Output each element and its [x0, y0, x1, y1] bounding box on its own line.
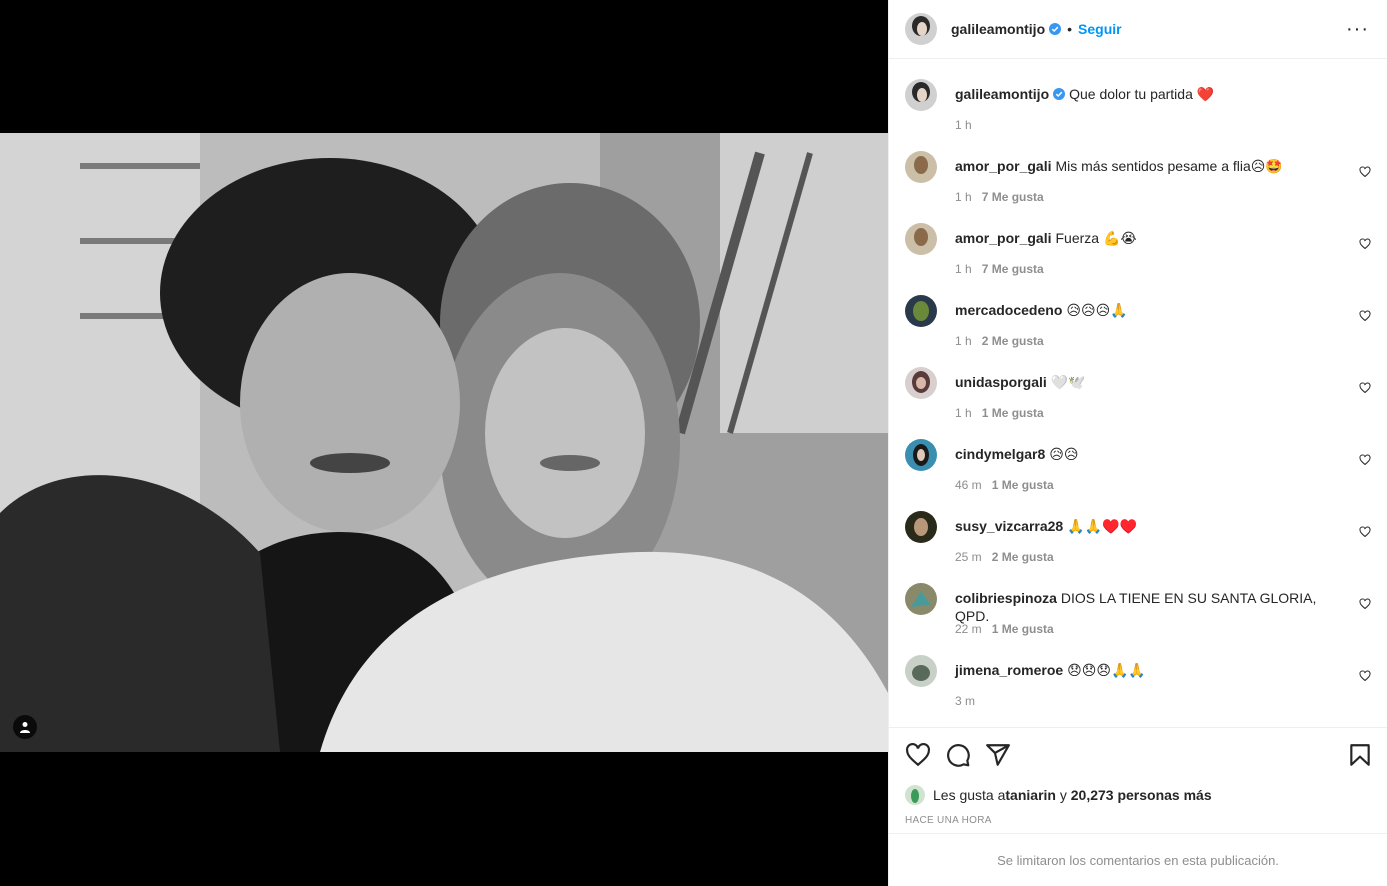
comment-likes[interactable]: 1 Me gusta — [992, 478, 1054, 492]
comment-text: susy_vizcarra28 🙏🙏♥️♥️ — [955, 517, 1341, 535]
comment-time: 22 m — [955, 622, 982, 636]
commenter-avatar[interactable] — [905, 511, 937, 543]
comment-meta: 1 h 1 Me gusta — [955, 406, 1044, 420]
commenter-username[interactable]: jimena_romeroe — [955, 662, 1063, 678]
comment-text: jimena_romeroe 😞😞😞🙏🙏 — [955, 661, 1341, 679]
comment-time: 1 h — [955, 262, 972, 276]
author-username[interactable]: galileamontijo — [951, 21, 1045, 37]
comment-time: 3 m — [955, 694, 976, 708]
user-tag-icon — [20, 722, 30, 733]
comment-icon[interactable] — [945, 742, 971, 768]
comment-meta: 3 m — [955, 694, 985, 708]
post-media — [0, 0, 888, 886]
comment-heart-icon[interactable] — [1359, 598, 1371, 610]
comment-body: 😞😞😞🙏🙏 — [1067, 662, 1146, 678]
commenter-username[interactable]: mercadocedeno — [955, 302, 1062, 318]
comment-likes[interactable]: 1 Me gusta — [992, 622, 1054, 636]
commenter-username[interactable]: amor_por_gali — [955, 158, 1051, 174]
comment-heart-icon[interactable] — [1359, 310, 1371, 322]
heart-icon[interactable] — [905, 742, 931, 768]
liker-avatar[interactable] — [905, 785, 925, 805]
caption-time: 1 h — [955, 118, 972, 132]
photo-illustration — [0, 133, 888, 752]
caption-meta: 1 h — [955, 118, 972, 132]
verified-badge-icon — [1049, 23, 1062, 35]
user-tag-button[interactable] — [13, 715, 37, 739]
comment-heart-icon[interactable] — [1359, 166, 1371, 178]
author-avatar[interactable] — [905, 13, 937, 45]
comment-body: Fuerza 💪😭 — [1055, 230, 1137, 246]
post-header: galileamontijo • Seguir ··· — [889, 0, 1387, 59]
comment-time: 25 m — [955, 550, 982, 564]
caption-username[interactable]: galileamontijo — [955, 86, 1049, 102]
comment-heart-icon[interactable] — [1359, 238, 1371, 250]
comment-body: Mis más sentidos pesame a flia😥🤩 — [1055, 158, 1283, 174]
commenter-avatar[interactable] — [905, 655, 937, 687]
comment-text: amor_por_gali Mis más sentidos pesame a f… — [955, 157, 1341, 175]
comment-heart-icon[interactable] — [1359, 454, 1371, 466]
comment-meta: 22 m 1 Me gusta — [955, 622, 1054, 636]
caption-body: Que dolor tu partida ❤️ — [1069, 86, 1215, 102]
comment-text: unidasporgali 🤍🕊️ — [955, 373, 1341, 391]
comment-time: 46 m — [955, 478, 982, 492]
commenter-username[interactable]: susy_vizcarra28 — [955, 518, 1063, 534]
commenter-username[interactable]: cindymelgar8 — [955, 446, 1045, 462]
comment-heart-icon[interactable] — [1359, 670, 1371, 682]
commenter-username[interactable]: amor_por_gali — [955, 230, 1051, 246]
comment-likes[interactable]: 2 Me gusta — [992, 550, 1054, 564]
separator-dot: • — [1067, 21, 1073, 37]
likes-prefix: Les gusta a — [933, 787, 1006, 803]
verified-badge-icon — [1053, 88, 1066, 100]
comment-meta: 1 h 7 Me gusta — [955, 262, 1044, 276]
comment-likes[interactable]: 7 Me gusta — [982, 262, 1044, 276]
comment-meta: 25 m 2 Me gusta — [955, 550, 1054, 564]
commenter-avatar[interactable] — [905, 151, 937, 183]
post-panel: galileamontijo • Seguir ··· galileamonti… — [888, 0, 1387, 886]
comment-text: amor_por_gali Fuerza 💪😭 — [955, 229, 1341, 247]
commenter-username[interactable]: unidasporgali — [955, 374, 1047, 390]
commenter-avatar[interactable] — [905, 439, 937, 471]
likes-others[interactable]: 20,273 personas más — [1071, 787, 1212, 803]
comment-time: 1 h — [955, 334, 972, 348]
author-avatar[interactable] — [905, 79, 937, 111]
likes-summary[interactable]: Les gusta a taniarin y 20,273 personas m… — [905, 785, 1212, 805]
comment-heart-icon[interactable] — [1359, 526, 1371, 538]
comment-meta: 1 h 7 Me gusta — [955, 190, 1044, 204]
comment-text: cindymelgar8 😥😥 — [955, 445, 1341, 463]
commenter-avatar[interactable] — [905, 583, 937, 615]
post-photo[interactable] — [0, 133, 888, 752]
comment-body: 🤍🕊️ — [1050, 374, 1086, 390]
post-timestamp[interactable]: HACE UNA HORA — [905, 815, 992, 826]
comment-time: 1 h — [955, 190, 972, 204]
comment-meta: 1 h 2 Me gusta — [955, 334, 1044, 348]
commenter-username[interactable]: colibriespinoza — [955, 590, 1057, 606]
comment-time: 1 h — [955, 406, 972, 420]
save-icon[interactable] — [1347, 742, 1373, 768]
comment-text: colibriespinoza DIOS LA TIENE EN SU SANTA… — [955, 589, 1341, 625]
comment-meta: 46 m 1 Me gusta — [955, 478, 1054, 492]
post-actions — [889, 727, 1387, 781]
comment-body: 🙏🙏♥️♥️ — [1067, 518, 1137, 534]
comment-heart-icon[interactable] — [1359, 382, 1371, 394]
commenter-avatar[interactable] — [905, 295, 937, 327]
more-options-icon[interactable]: ··· — [1346, 18, 1369, 41]
comment-likes[interactable]: 1 Me gusta — [982, 406, 1044, 420]
comments-limited-notice: Se limitaron los comentarios en esta pub… — [889, 833, 1387, 886]
commenter-avatar[interactable] — [905, 367, 937, 399]
comment-likes[interactable]: 7 Me gusta — [982, 190, 1044, 204]
likes-middle: y — [1055, 787, 1071, 803]
liker-username[interactable]: taniarin — [1005, 787, 1056, 803]
commenter-avatar[interactable] — [905, 223, 937, 255]
share-icon[interactable] — [985, 742, 1011, 768]
follow-button[interactable]: Seguir — [1078, 21, 1122, 37]
comment-body: 😥😥😥🙏 — [1066, 302, 1128, 318]
caption-text: galileamontijo Que dolor tu partida ❤️ — [955, 85, 1341, 103]
comment-body: 😥😥 — [1049, 446, 1079, 462]
comment-text: mercadocedeno 😥😥😥🙏 — [955, 301, 1341, 319]
comment-likes[interactable]: 2 Me gusta — [982, 334, 1044, 348]
comments-list[interactable]: galileamontijo Que dolor tu partida ❤️ 1 … — [889, 59, 1387, 727]
